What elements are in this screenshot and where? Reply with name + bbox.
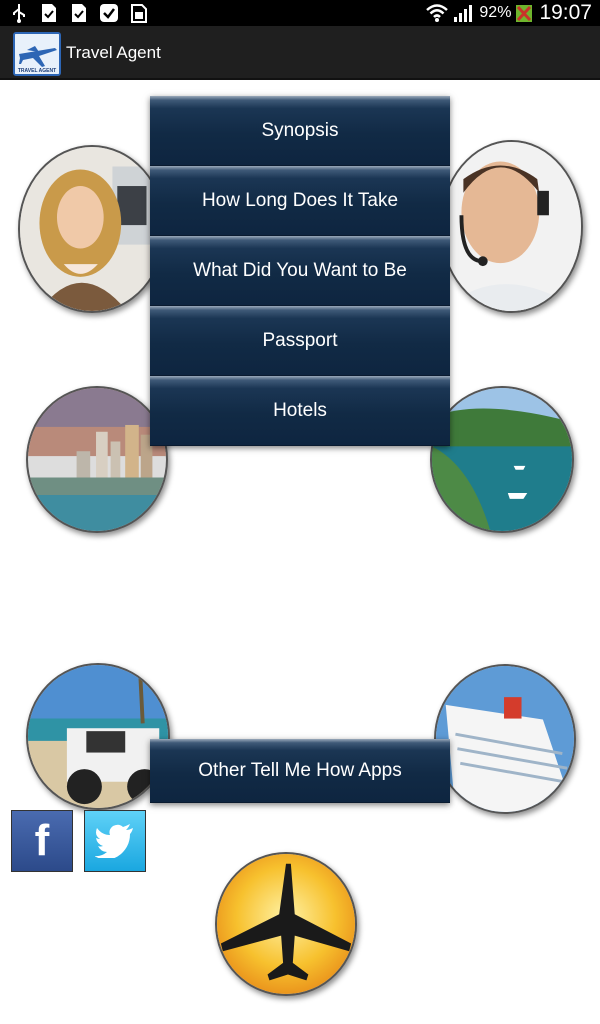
menu-item-passport[interactable]: Passport <box>150 306 450 376</box>
usb-icon <box>13 4 25 23</box>
clock: 19:07 <box>539 1 592 24</box>
twitter-bird-icon <box>95 824 133 858</box>
status-bar: 92% 19:07 <box>0 0 600 26</box>
menu-item-synopsis[interactable]: Synopsis <box>150 96 450 166</box>
download-done-icon <box>72 4 86 22</box>
download-done-icon <box>42 4 56 22</box>
logo-text: TRAVEL AGENT <box>18 68 56 74</box>
airplane-logo-icon: TRAVEL AGENT <box>15 34 59 74</box>
menu-item-what-did-you-want[interactable]: What Did You Want to Be <box>150 236 450 306</box>
facebook-icon: f <box>34 816 50 865</box>
system-icons: 92% 19:07 <box>425 0 592 26</box>
notification-icons <box>8 2 150 24</box>
menu-item-how-long[interactable]: How Long Does It Take <box>150 166 450 236</box>
action-bar: TRAVEL AGENT Travel Agent <box>0 26 600 80</box>
battery-percent: 92% <box>479 4 512 21</box>
facebook-button[interactable]: f <box>11 810 73 872</box>
app-logo[interactable]: TRAVEL AGENT <box>13 32 61 76</box>
woman-agent-photo[interactable] <box>18 145 166 313</box>
app-title: Travel Agent <box>66 43 161 62</box>
twitter-button[interactable] <box>84 810 146 872</box>
wifi-icon <box>426 4 449 22</box>
other-apps-button[interactable]: Other Tell Me How Apps <box>150 739 450 803</box>
check-box-icon <box>100 4 118 22</box>
island-bay-photo[interactable] <box>430 386 574 533</box>
man-agent-photo[interactable] <box>440 140 583 313</box>
city-beach-photo[interactable] <box>26 386 168 533</box>
airplane-sunset-photo[interactable] <box>215 852 357 996</box>
jeep-beach-photo[interactable] <box>26 663 170 810</box>
sim-card-icon <box>131 4 147 23</box>
main-menu: Synopsis How Long Does It Take What Did … <box>150 96 450 446</box>
battery-icon <box>516 5 533 22</box>
menu-item-hotels[interactable]: Hotels <box>150 376 450 446</box>
cruise-ship-photo[interactable] <box>434 664 576 814</box>
signal-icon <box>454 5 473 22</box>
